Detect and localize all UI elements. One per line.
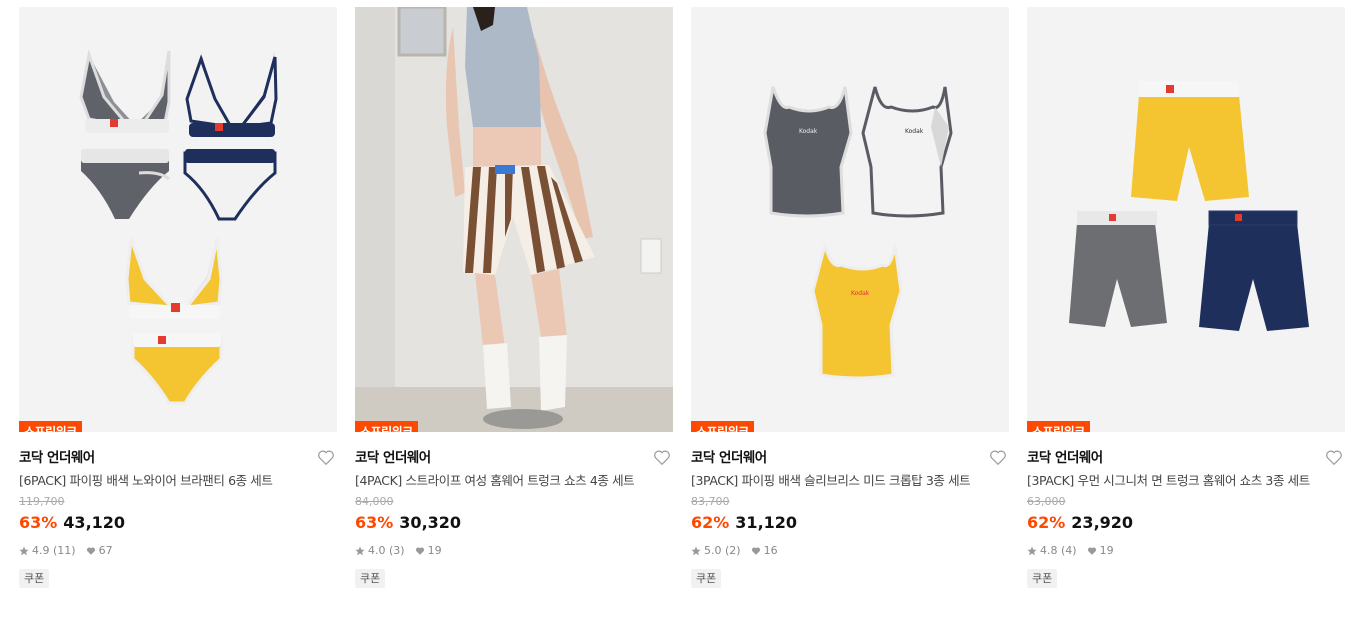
original-price: 119,700 (19, 495, 65, 508)
kodak-logo-print: Kodak (851, 290, 870, 297)
product-card[interactable]: 스프링위크 코닥 언더웨어 [6PACK] 파이핑 배색 노와이어 브라팬티 6… (19, 7, 337, 588)
coupon-tag: 쿠폰 (19, 569, 50, 588)
rating-value: 4.9 (32, 544, 50, 557)
promo-badge: 스프링위크 (355, 421, 418, 432)
product-card[interactable]: Kodak Kodak Kodak 스프링위크 코닥 언더웨어 [3PACK] … (691, 7, 1009, 588)
discount-rate: 62% (691, 513, 730, 532)
original-price: 63,000 (1027, 495, 1066, 508)
sale-price: 31,120 (735, 513, 798, 532)
like-count: 19 (1099, 544, 1114, 557)
product-image[interactable]: Kodak Kodak Kodak 스프링위크 (691, 7, 1009, 432)
promo-badge: 스프링위크 (691, 421, 754, 432)
discount-rate: 63% (355, 513, 394, 532)
heart-filled-icon (751, 547, 760, 555)
sale-price: 23,920 (1071, 513, 1134, 532)
brand-name[interactable]: 코닥 언더웨어 (355, 450, 431, 466)
price-row: 62% 31,120 (691, 511, 1009, 535)
review-count: (11) (53, 544, 76, 557)
original-price: 83,700 (691, 495, 730, 508)
kodak-logo-print: Kodak (905, 128, 924, 135)
product-stats: 4.8 (4) 19 (1027, 543, 1345, 559)
heart-outline-icon[interactable] (989, 449, 1007, 466)
product-title[interactable]: [3PACK] 우먼 시그니처 면 트렁크 홈웨어 쇼츠 3종 세트 (1027, 471, 1345, 491)
star-icon (691, 546, 701, 556)
sale-price: 43,120 (63, 513, 126, 532)
model-striped-shorts-photo (355, 7, 673, 432)
product-stats: 4.0 (3) 19 (355, 543, 673, 559)
price-row: 63% 43,120 (19, 511, 337, 535)
review-count: (4) (1061, 544, 1077, 557)
product-title[interactable]: [6PACK] 파이핑 배색 노와이어 브라팬티 6종 세트 (19, 471, 337, 491)
discount-rate: 63% (19, 513, 58, 532)
heart-outline-icon[interactable] (653, 449, 671, 466)
heart-outline-icon[interactable] (1325, 449, 1343, 466)
promo-badge: 스프링위크 (1027, 421, 1090, 432)
kodak-logo-print: Kodak (799, 128, 818, 135)
price-row: 62% 23,920 (1027, 511, 1345, 535)
star-icon (1027, 546, 1037, 556)
sale-price: 30,320 (399, 513, 462, 532)
original-price: 84,000 (355, 495, 394, 508)
brand-name[interactable]: 코닥 언더웨어 (1027, 450, 1103, 466)
product-card[interactable]: 스프링위크 코닥 언더웨어 [4PACK] 스트라이프 여성 홈웨어 트렁크 쇼… (355, 7, 673, 588)
discount-rate: 62% (1027, 513, 1066, 532)
like-count: 19 (427, 544, 442, 557)
rating-value: 5.0 (704, 544, 722, 557)
like-count: 16 (763, 544, 778, 557)
like-count: 67 (98, 544, 113, 557)
product-stats: 4.9 (11) 67 (19, 543, 337, 559)
promo-badge: 스프링위크 (19, 421, 82, 432)
product-image[interactable]: 스프링위크 (19, 7, 337, 432)
brand-name[interactable]: 코닥 언더웨어 (691, 450, 767, 466)
heart-filled-icon (1087, 547, 1096, 555)
star-icon (355, 546, 365, 556)
rating-value: 4.0 (368, 544, 386, 557)
price-row: 63% 30,320 (355, 511, 673, 535)
trunk-shorts-set-illustration (1069, 81, 1309, 331)
heart-filled-icon (415, 547, 424, 555)
brand-name[interactable]: 코닥 언더웨어 (19, 450, 95, 466)
product-image[interactable]: 스프링위크 (355, 7, 673, 432)
heart-filled-icon (86, 547, 95, 555)
coupon-tag: 쿠폰 (691, 569, 722, 588)
product-image[interactable]: 스프링위크 (1027, 7, 1345, 432)
crop-tank-set-illustration: Kodak Kodak Kodak (763, 86, 953, 380)
rating-value: 4.8 (1040, 544, 1058, 557)
product-card[interactable]: 스프링위크 코닥 언더웨어 [3PACK] 우먼 시그니처 면 트렁크 홈웨어 … (1027, 7, 1345, 588)
product-stats: 5.0 (2) 16 (691, 543, 1009, 559)
product-title[interactable]: [4PACK] 스트라이프 여성 홈웨어 트렁크 쇼츠 4종 세트 (355, 471, 673, 491)
product-title[interactable]: [3PACK] 파이핑 배색 슬리브리스 미드 크롭탑 3종 세트 (691, 471, 1009, 491)
review-count: (3) (389, 544, 405, 557)
heart-outline-icon[interactable] (317, 449, 335, 466)
coupon-tag: 쿠폰 (355, 569, 386, 588)
coupon-tag: 쿠폰 (1027, 569, 1058, 588)
bra-panty-set-illustration (79, 49, 278, 405)
star-icon (19, 546, 29, 556)
review-count: (2) (725, 544, 741, 557)
